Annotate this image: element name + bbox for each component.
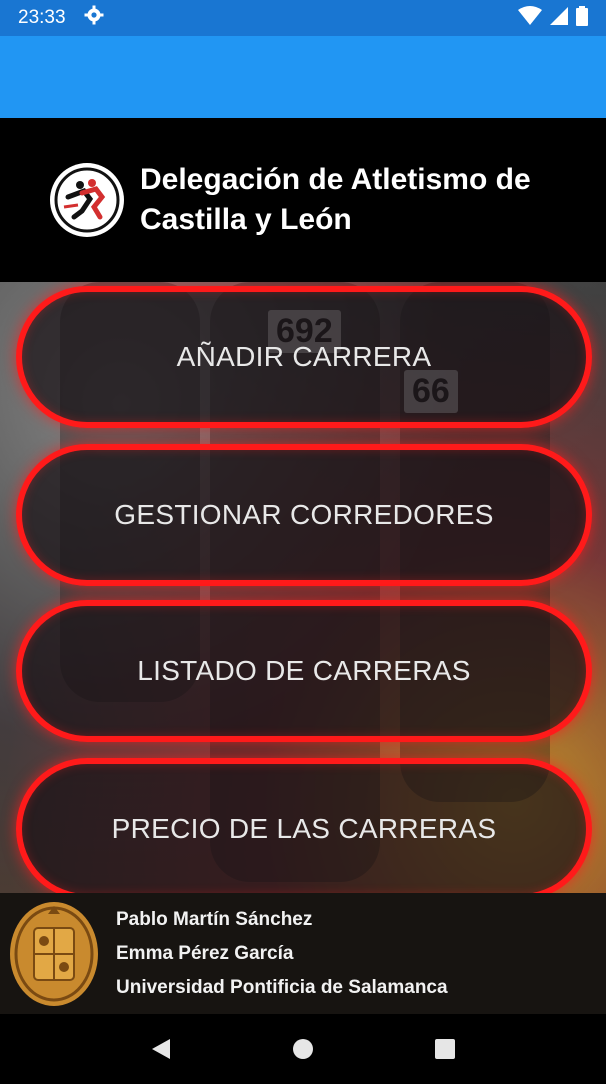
home-icon[interactable] <box>283 1029 323 1069</box>
wifi-icon <box>518 5 542 31</box>
title-line-2: Castilla y León <box>140 203 352 236</box>
recents-icon[interactable] <box>425 1029 465 1069</box>
add-race-button[interactable]: AÑADIR CARRERA <box>16 286 592 428</box>
app-bar <box>0 36 606 118</box>
back-icon[interactable] <box>141 1029 181 1069</box>
university-seal-icon <box>8 900 100 1008</box>
manage-runners-button[interactable]: GESTIONAR CORREDORES <box>16 444 592 586</box>
navigation-bar <box>0 1014 606 1084</box>
credit-university: Universidad Pontificia de Salamanca <box>116 976 448 998</box>
credits-footer: Pablo Martín Sánchez Emma Pérez García U… <box>0 893 606 1014</box>
status-time: 23:33 <box>18 7 66 28</box>
credits-text: Pablo Martín Sánchez Emma Pérez García U… <box>116 903 448 1005</box>
signal-icon <box>550 6 568 31</box>
runners-logo-icon <box>50 163 124 237</box>
race-list-button[interactable]: LISTADO DE CARRERAS <box>16 600 592 742</box>
title-line-1: Delegación de Atletismo de <box>140 163 531 196</box>
credit-author-2: Emma Pérez García <box>116 942 294 964</box>
main-menu: 692 66 AÑADIR CARRERA GESTIONAR CORREDOR… <box>0 282 606 893</box>
gear-icon <box>84 5 104 31</box>
status-bar: 23:33 <box>0 0 606 36</box>
race-prices-button[interactable]: PRECIO DE LAS CARRERAS <box>16 758 592 893</box>
credit-author-1: Pablo Martín Sánchez <box>116 908 313 930</box>
battery-icon <box>576 5 588 31</box>
app-header: Delegación de Atletismo de Castilla y Le… <box>0 118 606 282</box>
page-title: Delegación de Atletismo de Castilla y Le… <box>140 160 531 240</box>
